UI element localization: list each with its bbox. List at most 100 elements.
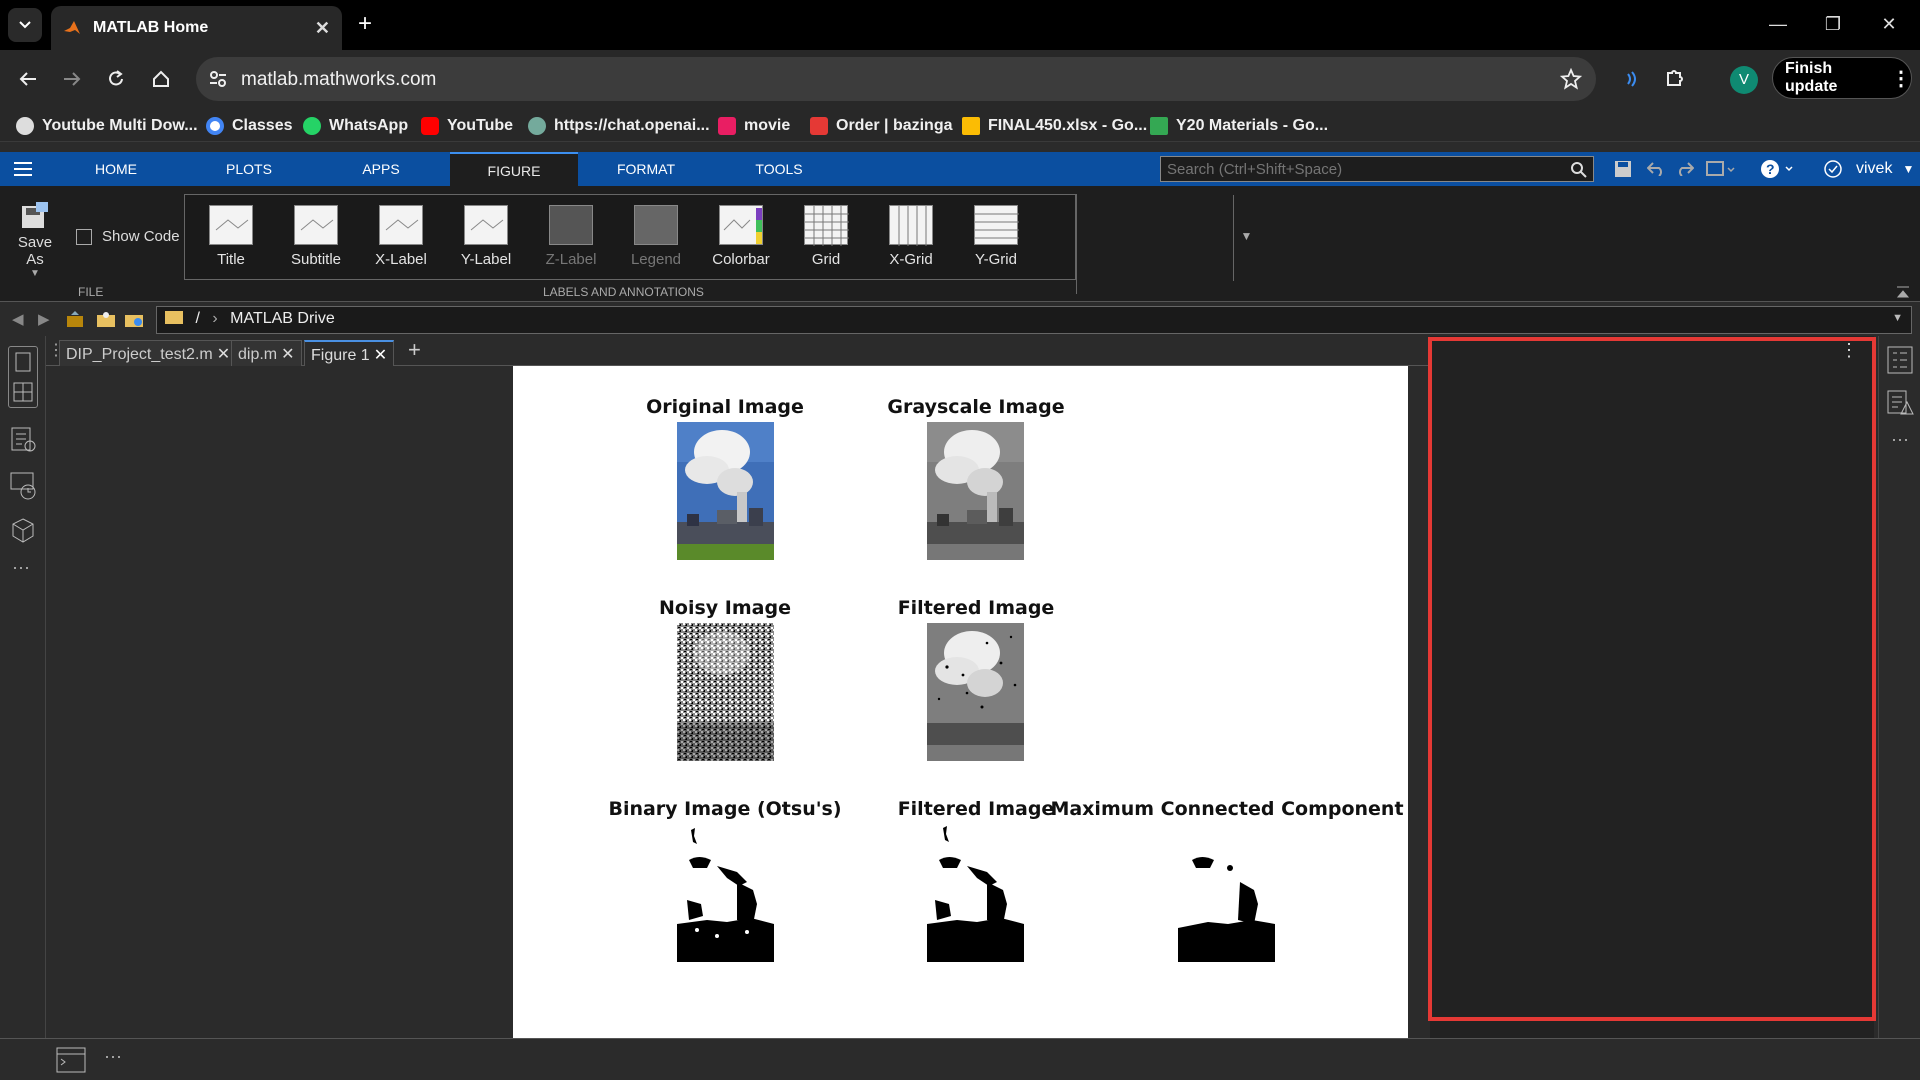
matlab-toolstrip-tabs: HOME PLOTS APPS FIGURE FORMAT TOOLS ? vi… (0, 152, 1920, 186)
add-ons-icon[interactable] (8, 516, 38, 546)
search-icon[interactable] (1571, 162, 1587, 178)
cloud-folder-icon[interactable] (124, 310, 144, 328)
plot-title-max-component: Maximum Connected Component (1050, 798, 1404, 820)
folder-forward-icon[interactable]: ▶ (38, 310, 50, 328)
up-folder-icon[interactable] (66, 310, 84, 328)
property-inspector-icon[interactable] (1885, 344, 1915, 376)
gallery-xlabel-button[interactable]: X-Label (359, 199, 443, 277)
matlab-search-input[interactable] (1160, 156, 1594, 182)
title-icon (209, 202, 253, 245)
gallery-ygrid-button[interactable]: Y-Grid (954, 199, 1038, 277)
tab-home[interactable]: HOME (66, 152, 166, 186)
tab-title: MATLAB Home (93, 19, 209, 36)
user-menu[interactable]: vivek ▼ (1856, 152, 1914, 186)
chevron-down-icon: ▼ (1902, 162, 1915, 176)
gallery-title-button[interactable]: Title (189, 199, 273, 277)
close-icon[interactable]: ✕ (374, 347, 387, 364)
more-horizontal-icon[interactable]: ⋯ (1891, 430, 1909, 451)
more-horizontal-icon[interactable]: ⋯ (104, 1047, 122, 1068)
finish-update-button[interactable]: Finish update ⋮ (1772, 57, 1912, 99)
home-button[interactable] (146, 64, 176, 94)
gallery-label: Subtitle (290, 251, 342, 268)
doc-tab-dip[interactable]: dip.m ✕ (231, 340, 302, 366)
more-horizontal-icon[interactable]: ⋯ (12, 558, 30, 579)
url-omnibox[interactable]: matlab.mathworks.com (196, 57, 1596, 101)
gallery-grid-button[interactable]: Grid (784, 199, 868, 277)
code-analyzer-icon[interactable] (1885, 388, 1915, 420)
user-account-icon[interactable] (1824, 160, 1842, 178)
workspace-icon[interactable] (8, 424, 38, 454)
bookmark-item[interactable]: movie (718, 115, 790, 137)
chevron-down-icon[interactable]: ▼ (1892, 312, 1903, 324)
close-tab-icon[interactable]: ✕ (315, 18, 330, 39)
tab-figure[interactable]: FIGURE (450, 152, 578, 186)
redo-icon[interactable] (1676, 162, 1694, 176)
checkbox-box[interactable] (76, 228, 92, 245)
collapse-toolstrip-icon[interactable] (1896, 286, 1910, 298)
path-root[interactable]: / (195, 310, 199, 327)
bookmark-item[interactable]: Order | bazinga (810, 115, 953, 137)
add-tab-button[interactable]: + (408, 337, 421, 363)
tab-apps[interactable]: APPS (331, 152, 431, 186)
bookmark-star-icon[interactable] (1560, 68, 1582, 90)
reload-button[interactable] (101, 64, 131, 94)
browse-folder-icon[interactable] (96, 310, 116, 328)
path-address-box[interactable]: / › MATLAB Drive ▼ (156, 306, 1912, 334)
forward-button[interactable] (57, 64, 87, 94)
gallery-legend-button[interactable]: Legend (614, 199, 698, 277)
figure-canvas[interactable]: Original Image Grayscale Image Noisy Ima… (513, 366, 1408, 1038)
save-icon[interactable] (1614, 160, 1632, 178)
minimize-button[interactable]: — (1766, 12, 1790, 36)
extensions-puzzle-icon[interactable] (1664, 67, 1686, 89)
command-window-icon[interactable] (56, 1047, 86, 1073)
tab-tools[interactable]: TOOLS (729, 152, 829, 186)
browser-tab-matlab-home[interactable]: MATLAB Home ✕ (51, 6, 342, 50)
tab-plots[interactable]: PLOTS (199, 152, 299, 186)
filtered-binary-image (927, 824, 1024, 962)
close-icon[interactable]: ✕ (217, 346, 230, 363)
bookmark-item[interactable]: WhatsApp (303, 115, 408, 137)
show-code-checkbox[interactable]: Show Code (76, 228, 180, 245)
undo-icon[interactable] (1647, 162, 1665, 176)
labels-annotations-gallery: Title Subtitle X-Label Y-Label Z-Label L… (184, 194, 1252, 281)
gallery-colorbar-button[interactable]: Colorbar (699, 199, 783, 277)
read-aloud-icon[interactable] (1620, 69, 1640, 89)
new-tab-button[interactable]: + (352, 12, 378, 38)
gallery-zlabel-button[interactable]: Z-Label (529, 199, 613, 277)
gallery-subtitle-button[interactable]: Subtitle (274, 199, 358, 277)
menu-icon (14, 162, 32, 176)
binary-image (677, 824, 774, 962)
right-tool-rail: ⋯ (1878, 336, 1920, 1038)
save-as-button[interactable]: Save As ▼ (8, 200, 62, 279)
plot-title-filtered: Filtered Image (897, 597, 1055, 619)
gallery-expand-button[interactable]: ▼ (1233, 195, 1259, 281)
close-window-button[interactable]: ✕ (1877, 12, 1901, 36)
bookmark-item[interactable]: FINAL450.xlsx - Go... (962, 115, 1147, 137)
doc-tab-dip-project[interactable]: DIP_Project_test2.m ✕ (59, 340, 238, 366)
plot-title-noisy: Noisy Image (659, 597, 791, 619)
gallery-ylabel-button[interactable]: Y-Label (444, 199, 528, 277)
bookmark-label: WhatsApp (329, 117, 409, 134)
tab-search-button[interactable] (8, 8, 42, 42)
folder-back-icon[interactable]: ◀ (12, 310, 24, 328)
back-button[interactable] (13, 64, 43, 94)
close-icon[interactable]: ✕ (281, 346, 294, 363)
profile-avatar[interactable]: V (1730, 66, 1758, 94)
bookmark-item[interactable]: https://chat.openai... (528, 115, 710, 137)
restore-button[interactable]: ❐ (1821, 12, 1845, 36)
site-info-icon[interactable] (208, 69, 228, 89)
files-panel-button[interactable] (8, 346, 38, 408)
bookmark-item[interactable]: Classes (206, 115, 293, 137)
bookmark-item[interactable]: Youtube Multi Dow... (16, 115, 198, 137)
chevron-down-icon: ▼ (30, 268, 40, 279)
hamburger-menu-button[interactable] (0, 152, 46, 186)
path-folder[interactable]: MATLAB Drive (230, 310, 335, 327)
command-history-icon[interactable] (8, 470, 38, 502)
gallery-xgrid-button[interactable]: X-Grid (869, 199, 953, 277)
help-icon[interactable]: ? (1760, 159, 1796, 179)
doc-tab-figure-1[interactable]: Figure 1 ✕ (304, 340, 395, 366)
bookmark-item[interactable]: YouTube (421, 115, 513, 137)
tab-format[interactable]: FORMAT (596, 152, 696, 186)
window-layout-icon[interactable] (1706, 160, 1736, 178)
bookmark-item[interactable]: Y20 Materials - Go... (1150, 115, 1328, 137)
